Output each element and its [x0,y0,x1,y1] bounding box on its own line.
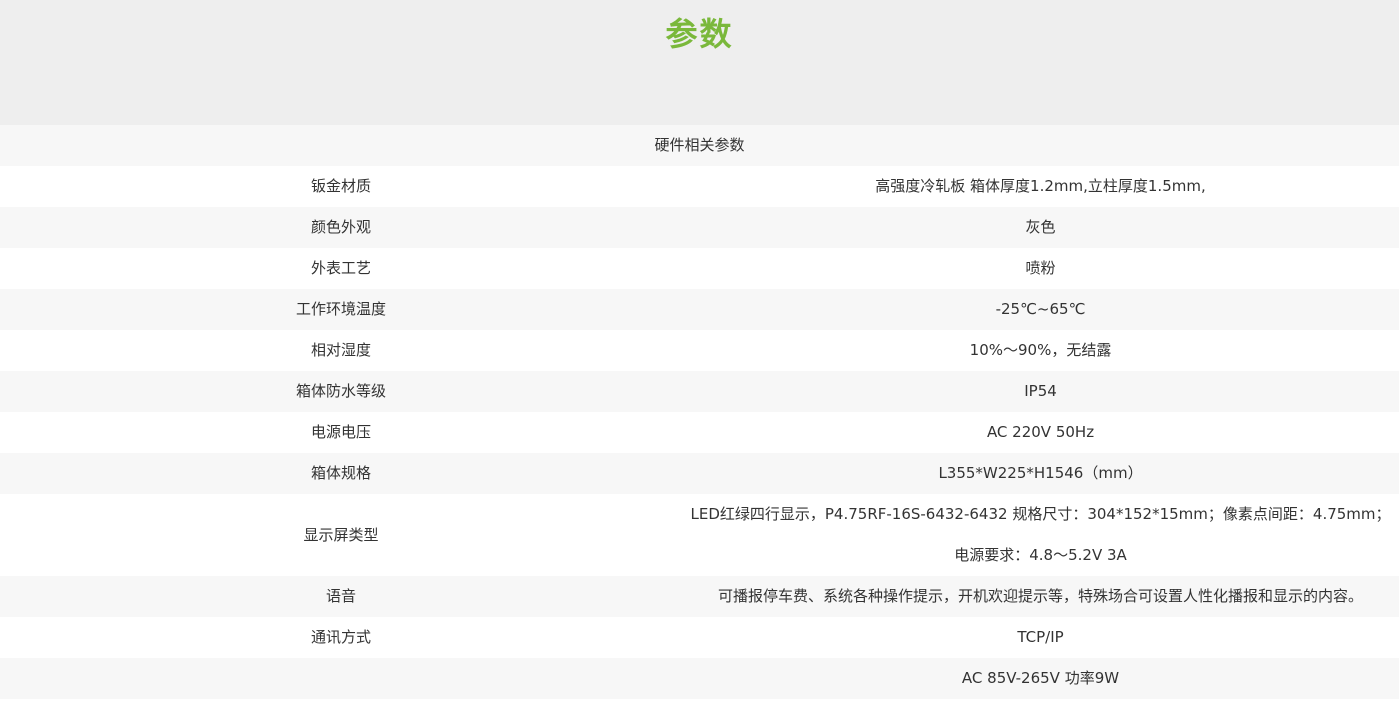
table-row: 电源电压 AC 220V 50Hz [0,412,1399,453]
spec-value: L355*W225*H1546（mm） [682,453,1399,494]
spec-value-line: 电源要求：4.8～5.2V 3A [954,546,1127,564]
spec-value: 灰色 [682,207,1399,248]
page-header: 参数 [0,0,1399,125]
spec-label: 语音 [0,576,682,617]
table-row: 工作环境温度 -25℃~65℃ [0,289,1399,330]
table-row: 相对湿度 10%～90%，无结露 [0,330,1399,371]
spec-label: 颜色外观 [0,207,682,248]
spec-label: 显示屏类型 [303,525,379,544]
spec-label: 箱体规格 [0,453,682,494]
spec-label: 电源电压 [310,423,371,441]
spec-value: 高强度冷轧板 箱体厚度1.2mm,立柱厚度1.5mm, [875,177,1206,195]
spec-value-line: LED红绿四行显示，P4.75RF-16S-6432-6432 规格尺寸：304… [690,505,1391,523]
spec-value: AC 85V-265V 功率9W [682,658,1399,699]
section-title: 硬件相关参数 [0,125,1399,166]
section-header-row: 硬件相关参数 [0,125,1399,166]
spec-value: 10%～90%，无结露 [969,341,1112,359]
table-row: AC 85V-265V 功率9W [0,658,1399,699]
table-row: 通讯方式 TCP/IP [0,617,1399,658]
spec-label: 通讯方式 [310,628,371,646]
table-row: 外表工艺 喷粉 [0,248,1399,289]
spec-value: IP54 [682,371,1399,412]
table-row: 颜色外观 灰色 [0,207,1399,248]
spec-value: TCP/IP [1017,628,1064,646]
spec-label: 箱体防水等级 [0,371,682,412]
table-row: 语音 可播报停车费、系统各种操作提示，开机欢迎提示等，特殊场合可设置人性化播报和… [0,576,1399,617]
page-title: 参数 [665,15,734,53]
spec-value: LED红绿四行显示，P4.75RF-16S-6432-6432 规格尺寸：304… [682,494,1399,576]
spec-value: -25℃~65℃ [682,289,1399,330]
spec-value: AC 220V 50Hz [986,423,1095,441]
spec-label: 钣金材质 [310,177,371,195]
spec-value: 可播报停车费、系统各种操作提示，开机欢迎提示等，特殊场合可设置人性化播报和显示的… [682,576,1399,617]
spec-label: 相对湿度 [310,341,371,359]
spec-label: 工作环境温度 [0,289,682,330]
spec-table: 硬件相关参数 钣金材质 高强度冷轧板 箱体厚度1.2mm,立柱厚度1.5mm, … [0,125,1399,699]
table-row: 显示屏类型 LED红绿四行显示，P4.75RF-16S-6432-6432 规格… [0,494,1399,576]
table-row: 箱体防水等级 IP54 [0,371,1399,412]
table-row: 箱体规格 L355*W225*H1546（mm） [0,453,1399,494]
spec-label [0,658,682,699]
table-row: 钣金材质 高强度冷轧板 箱体厚度1.2mm,立柱厚度1.5mm, [0,166,1399,207]
spec-label: 外表工艺 [310,259,371,277]
spec-value: 喷粉 [1025,259,1056,277]
